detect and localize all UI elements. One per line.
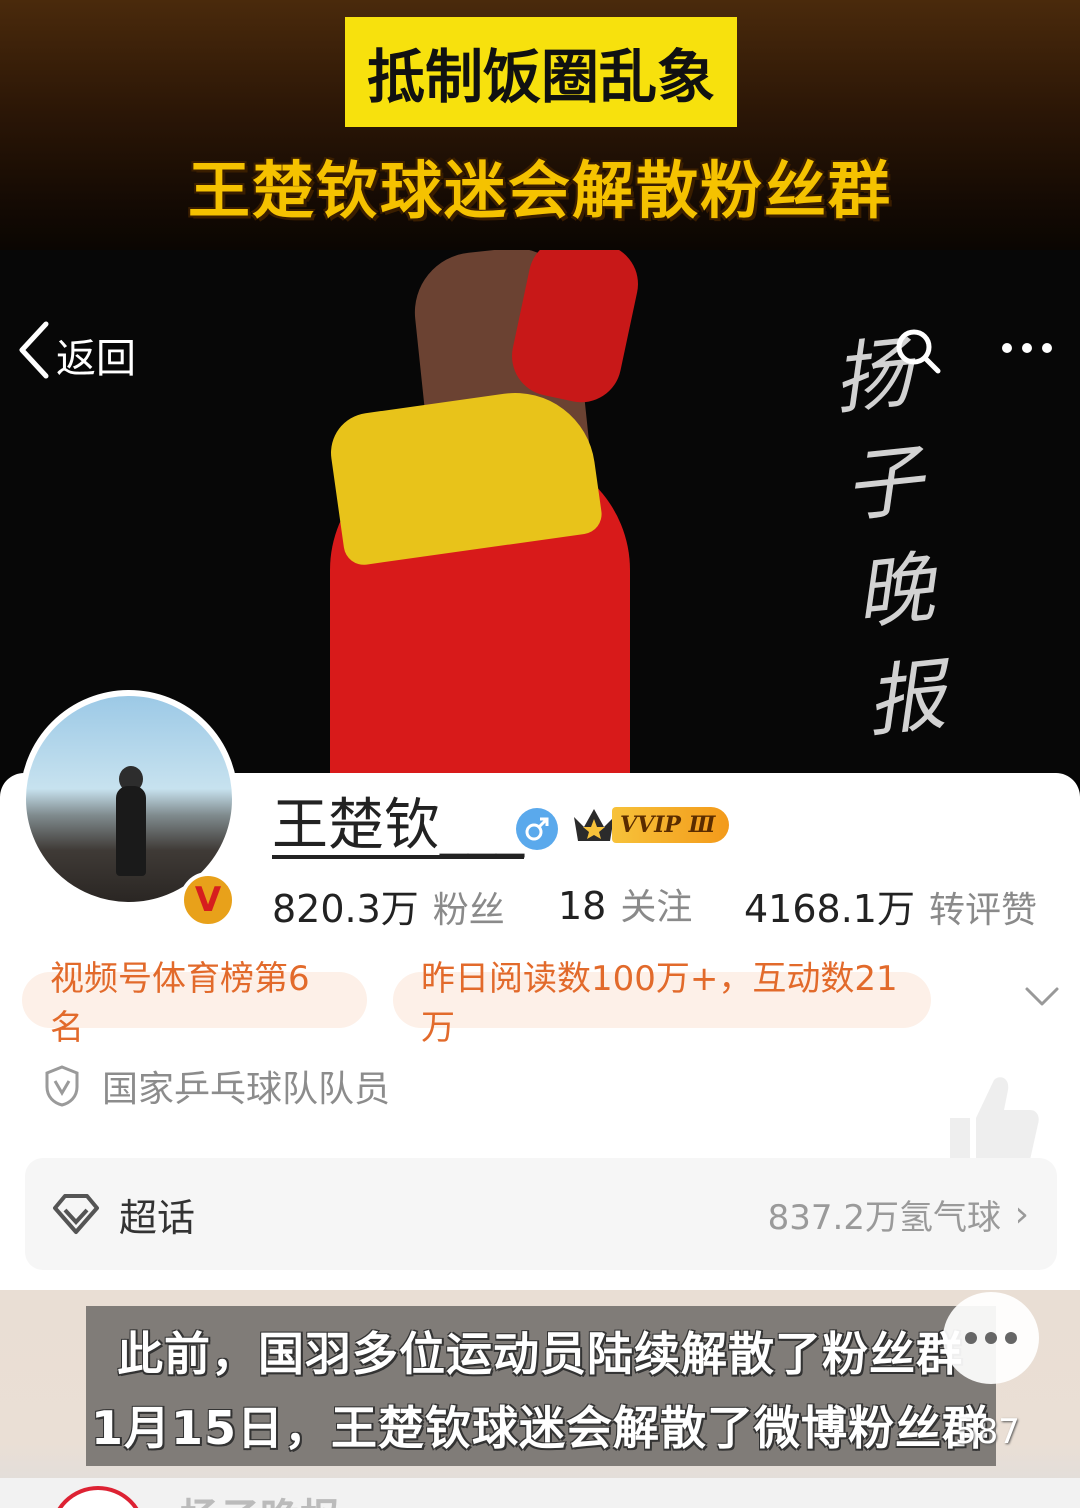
- search-icon[interactable]: [893, 326, 943, 376]
- fans-count: 820.3万: [272, 887, 419, 931]
- vip-badge[interactable]: VVIP Ⅲ: [570, 802, 730, 848]
- source-name: 扬子晚报: [180, 1486, 340, 1508]
- chevron-left-icon: [16, 320, 50, 389]
- more-icon[interactable]: [1000, 338, 1054, 358]
- following-count: 18: [558, 884, 607, 928]
- comment-icon[interactable]: [943, 1292, 1039, 1384]
- ranking-tag[interactable]: 视频号体育榜第6名: [22, 959, 367, 1048]
- supertopic-label: 超话: [119, 1195, 196, 1240]
- certification-text: 国家乒乓球队队员: [102, 1069, 391, 1110]
- gender-male-icon: [516, 808, 558, 850]
- shield-v-icon: [45, 1065, 79, 1107]
- caption-area: 此前，国羽多位运动员陆续解散了粉丝群 1月15日，王楚钦球迷会解散了微博粉丝群: [0, 1290, 1080, 1508]
- certification-row: 国家乒乓球队队员: [44, 1060, 390, 1112]
- username: 王楚钦___: [272, 793, 524, 859]
- verified-icon: V: [180, 872, 236, 928]
- back-button[interactable]: 返回: [16, 320, 136, 389]
- interactions-label: 转评赞: [928, 890, 1037, 931]
- caption-line-2: 1月15日，王楚钦球迷会解散了微博粉丝群: [90, 1401, 990, 1455]
- comment-count: 587: [955, 1412, 1020, 1452]
- chevron-down-icon[interactable]: [1024, 984, 1060, 1010]
- banner-tag: 抵制饭圈乱象: [345, 17, 737, 127]
- stat-fans[interactable]: 820.3万 粉丝: [272, 878, 505, 933]
- diamond-icon: [53, 1194, 99, 1234]
- supertopic-count: 837.2万氢气球: [767, 1197, 1001, 1238]
- source-strip: 扬子晚报: [0, 1478, 1080, 1508]
- chevron-right-icon: ›: [1014, 1193, 1029, 1235]
- video-banner: 抵制饭圈乱象 王楚钦球迷会解散粉丝群: [0, 0, 1080, 250]
- crown-icon: [574, 809, 614, 841]
- stat-interactions[interactable]: 4168.1万 转评赞: [744, 878, 1037, 933]
- vip-level-label: VVIP Ⅲ: [612, 807, 730, 843]
- avatar-person: [116, 786, 146, 876]
- following-label: 关注: [620, 887, 693, 928]
- fans-label: 粉丝: [432, 890, 505, 931]
- supertopic-row[interactable]: 超话 837.2万氢气球 ›: [25, 1158, 1057, 1270]
- stat-following[interactable]: 18 关注: [558, 878, 692, 930]
- thumbs-up-icon[interactable]: [940, 1068, 1042, 1172]
- back-label: 返回: [56, 335, 136, 382]
- interactions-count: 4168.1万: [744, 887, 915, 931]
- caption-line-1: 此前，国羽多位运动员陆续解散了粉丝群: [117, 1327, 963, 1381]
- reading-stats-tag[interactable]: 昨日阅读数100万+，互动数21万: [393, 959, 931, 1048]
- banner-title: 王楚钦球迷会解散粉丝群: [187, 154, 892, 227]
- source-logo: [50, 1486, 146, 1508]
